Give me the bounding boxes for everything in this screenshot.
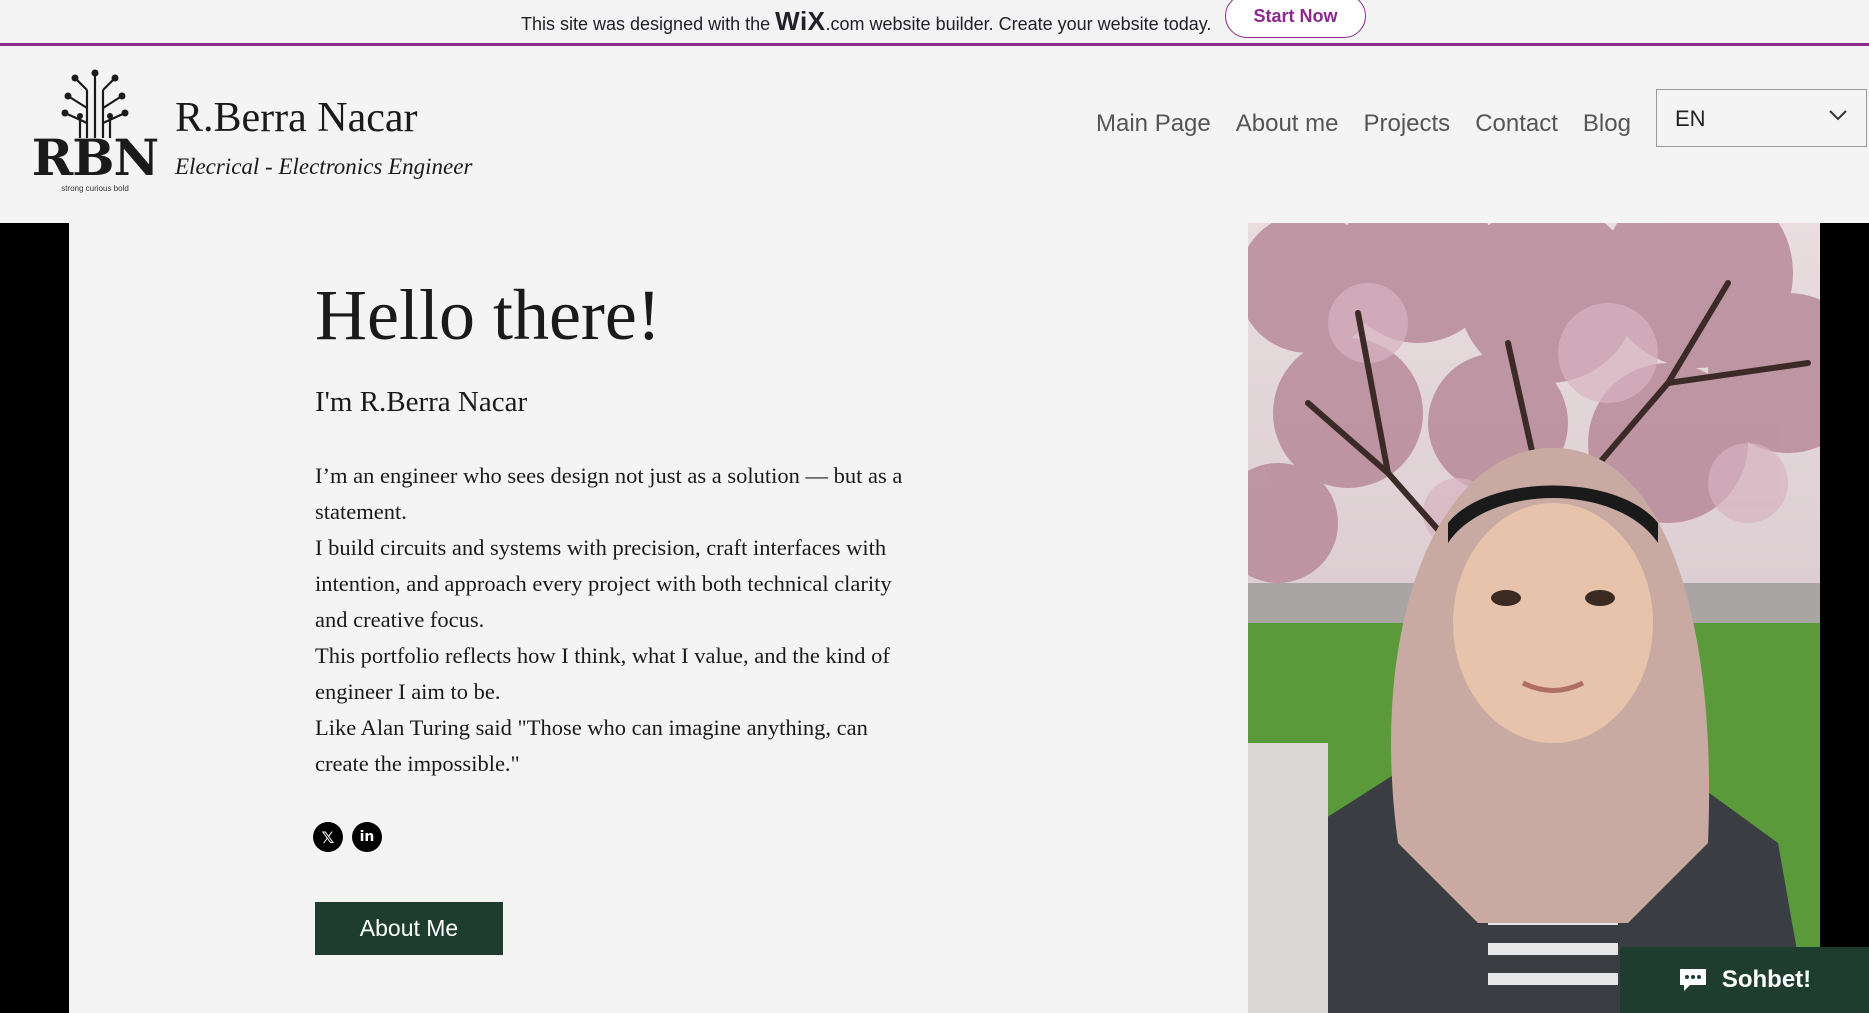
site-header: RBN strong curious bold R.Berra Nacar El… [0,46,1869,223]
hero-body: I’m an engineer who sees design not just… [315,458,915,782]
nav-blog[interactable]: Blog [1583,104,1631,144]
x-icon[interactable]: 𝕏 [313,822,343,852]
nav-about-me[interactable]: About me [1236,104,1339,144]
logo-letters: RBN [31,128,160,187]
wix-banner-text-after: .com website builder. Create your websit… [825,14,1212,34]
chat-label: Sohbet! [1721,966,1812,993]
main-nav: Main Page About me Projects Contact Blog [1096,104,1656,144]
right-side-bar [1820,223,1869,1013]
language-select[interactable]: EN [1656,89,1867,147]
hero-paragraph-1: I’m an engineer who sees design not just… [315,463,903,524]
profile-photo [1248,223,1820,1013]
start-now-button[interactable]: Start Now [1225,0,1366,38]
nav-projects[interactable]: Projects [1363,104,1450,144]
left-side-bar [0,223,69,1013]
wix-promo-banner: This site was designed with the WiX.com … [0,0,1869,46]
site-logo[interactable]: RBN strong curious bold [30,68,160,193]
profile-photo-illustration [1248,223,1820,1013]
nav-main-page[interactable]: Main Page [1096,104,1211,144]
hero-title: Hello there! [315,275,661,355]
nav-contact[interactable]: Contact [1475,104,1558,144]
wix-banner-text: This site was designed with the WiX.com … [521,6,1211,37]
hero-intro: I'm R.Berra Nacar [315,386,528,418]
hero-paragraph-4: Like Alan Turing said "Those who can ima… [315,715,868,776]
wix-banner-text-before: This site was designed with the [521,14,776,34]
logo-tagline: strong curious bold [61,184,129,193]
chat-button[interactable]: Sohbet! [1620,947,1869,1013]
site-subtitle: Elecrical - Electronics Engineer [175,154,473,179]
chevron-down-icon [1829,110,1847,121]
hero-paragraph-3: This portfolio reflects how I think, wha… [315,643,890,704]
about-me-button[interactable]: About Me [315,902,503,955]
chat-bubble-icon [1679,969,1706,991]
social-links: 𝕏 in [313,822,382,852]
language-value: EN [1675,106,1706,131]
site-name[interactable]: R.Berra Nacar [175,94,418,142]
wix-logo: WiX [775,6,826,36]
hero-paragraph-2: I build circuits and systems with precis… [315,535,892,632]
linkedin-icon[interactable]: in [352,822,382,852]
